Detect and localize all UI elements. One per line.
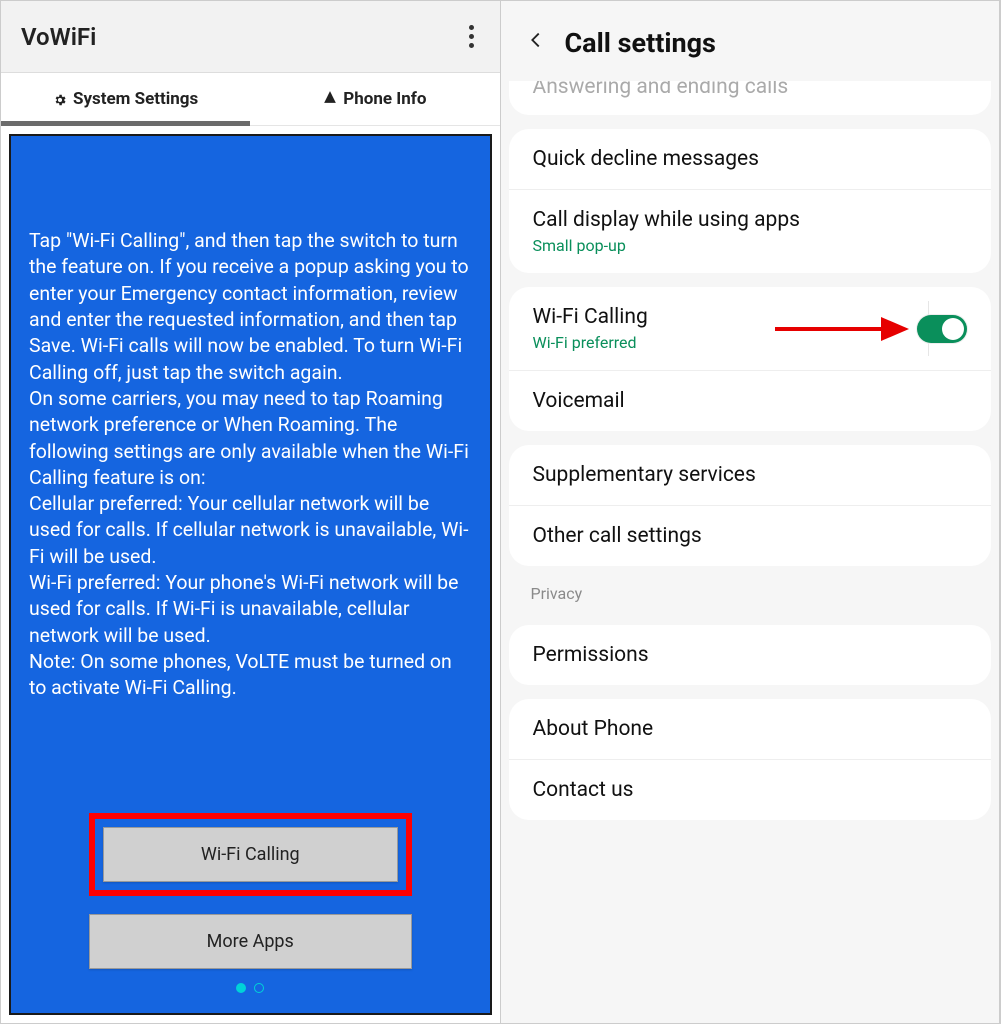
gear-icon: [53, 92, 67, 106]
row-about-phone[interactable]: About Phone: [509, 699, 992, 760]
row-label: Contact us: [533, 778, 634, 802]
row-label: Quick decline messages: [533, 147, 760, 171]
row-wifi-calling[interactable]: Wi-Fi Calling Wi-Fi preferred: [509, 287, 992, 371]
row-label: Supplementary services: [533, 463, 756, 487]
highlight-annotation: Wi-Fi Calling: [89, 813, 412, 896]
row-call-display[interactable]: Call display while using apps Small pop-…: [509, 190, 992, 273]
row-label: Wi-Fi Calling: [533, 305, 648, 329]
settings-card: Wi-Fi Calling Wi-Fi preferred Voicemail: [509, 287, 992, 431]
tab-system-settings[interactable]: System Settings: [1, 73, 250, 125]
tab-label: System Settings: [73, 89, 198, 109]
button-stack: Wi-Fi Calling More Apps: [29, 813, 472, 969]
more-options-icon[interactable]: [463, 19, 480, 54]
wifi-calling-button[interactable]: Wi-Fi Calling: [103, 827, 398, 882]
paragraph: Wi-Fi preferred: Your phone's Wi-Fi netw…: [29, 570, 472, 649]
arrow-annotation-icon: [771, 313, 911, 345]
row-sublabel: Small pop-up: [533, 236, 800, 255]
instruction-panel: Tap "Wi-Fi Calling", and then tap the sw…: [11, 136, 490, 1013]
tab-bar: System Settings Phone Info: [1, 73, 500, 126]
row-label: About Phone: [533, 717, 654, 741]
page-title: Call settings: [565, 27, 716, 59]
row-quick-decline[interactable]: Quick decline messages: [509, 129, 992, 190]
more-apps-button[interactable]: More Apps: [89, 914, 412, 969]
row-sublabel: Wi-Fi preferred: [533, 333, 648, 352]
pager-dot: [254, 983, 264, 993]
app-header: VoWiFi: [1, 1, 500, 73]
signal-icon: [323, 90, 337, 108]
tab-label: Phone Info: [343, 89, 426, 109]
row-contact-us[interactable]: Contact us: [509, 760, 992, 820]
paragraph: Cellular preferred: Your cellular networ…: [29, 491, 472, 570]
tab-phone-info[interactable]: Phone Info: [250, 73, 499, 125]
settings-card: About Phone Contact us: [509, 699, 992, 820]
back-icon[interactable]: [525, 28, 547, 58]
row-label: Answering and ending calls: [533, 81, 789, 94]
row-label: Voicemail: [533, 389, 625, 413]
row-voicemail[interactable]: Voicemail: [509, 371, 992, 431]
row-label: Permissions: [533, 643, 649, 667]
app-title: VoWiFi: [21, 23, 96, 51]
page-indicator: [29, 969, 472, 993]
settings-header: Call settings: [501, 1, 1000, 81]
wifi-calling-toggle[interactable]: [917, 315, 967, 343]
paragraph: Note: On some phones, VoLTE must be turn…: [29, 649, 472, 702]
partial-row-answering[interactable]: Answering and ending calls: [509, 81, 992, 115]
instruction-text: Tap "Wi-Fi Calling", and then tap the sw…: [29, 228, 472, 702]
paragraph: On some carriers, you may need to tap Ro…: [29, 386, 472, 491]
paragraph: Tap "Wi-Fi Calling", and then tap the sw…: [29, 228, 472, 386]
vowifi-app-panel: VoWiFi System Settings Phone Info Tap "W…: [1, 1, 501, 1023]
row-permissions[interactable]: Permissions: [509, 625, 992, 685]
call-settings-panel: Call settings Answering and ending calls…: [501, 1, 1001, 1023]
settings-card: Permissions: [509, 625, 992, 685]
row-label: Call display while using apps: [533, 208, 800, 232]
pager-dot: [236, 983, 246, 993]
row-supplementary[interactable]: Supplementary services: [509, 445, 992, 506]
settings-card: Supplementary services Other call settin…: [509, 445, 992, 566]
row-other-settings[interactable]: Other call settings: [509, 506, 992, 566]
section-label-privacy: Privacy: [501, 566, 1000, 611]
settings-card: Quick decline messages Call display whil…: [509, 129, 992, 273]
row-label: Other call settings: [533, 524, 702, 548]
content-frame: Tap "Wi-Fi Calling", and then tap the sw…: [9, 134, 492, 1015]
